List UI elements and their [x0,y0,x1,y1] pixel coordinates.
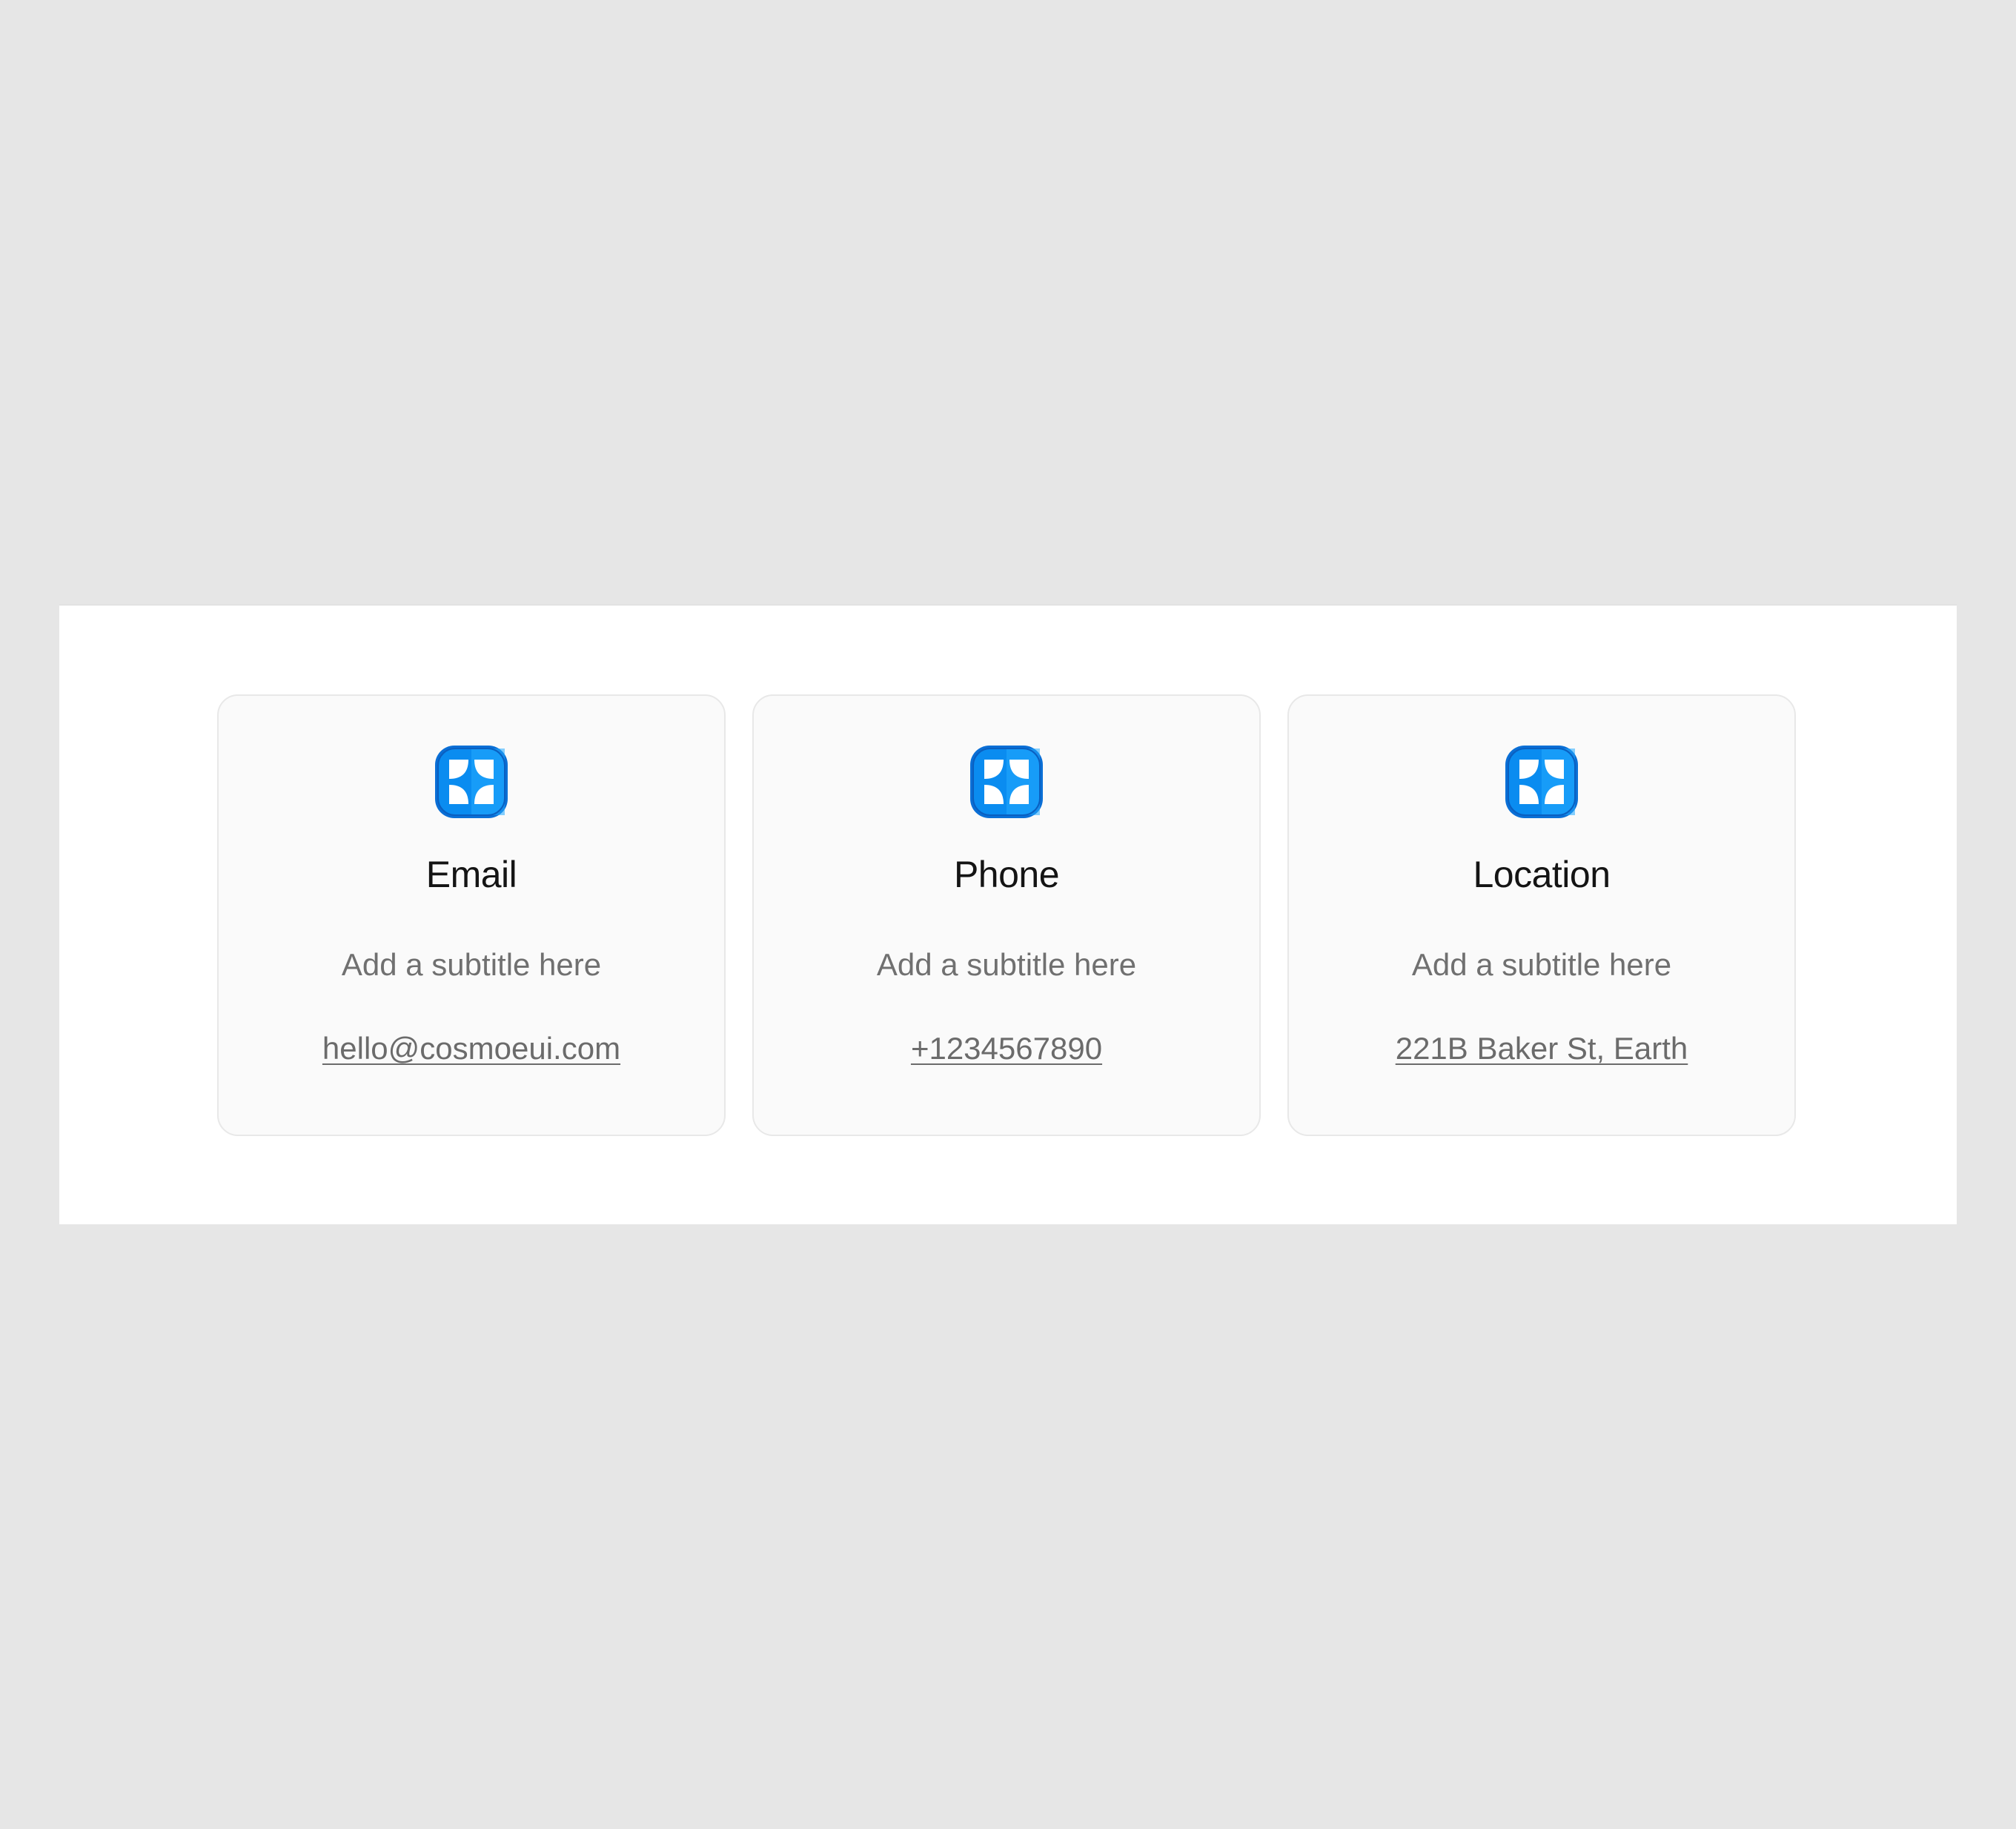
contact-cards: Email Add a subtitle here hello@cosmoeui… [217,694,1796,1136]
card-title: Location [1473,854,1611,895]
card-subtitle: Add a subtitle here [1411,947,1672,982]
contact-section: Email Add a subtitle here hello@cosmoeui… [59,605,1957,1224]
sparkle-badge-icon [968,743,1045,820]
card-title: Email [425,854,517,895]
contact-card-location: Location Add a subtitle here 221B Baker … [1287,694,1796,1136]
contact-card-email: Email Add a subtitle here hello@cosmoeui… [217,694,726,1136]
location-link[interactable]: 221B Baker St, Earth [1396,1033,1688,1064]
sparkle-badge-icon [433,743,510,820]
sparkle-badge-icon [1503,743,1580,820]
phone-link[interactable]: +1234567890 [911,1033,1102,1064]
card-subtitle: Add a subtitle here [876,947,1137,982]
card-subtitle: Add a subtitle here [341,947,602,982]
card-title: Phone [953,854,1060,895]
email-link[interactable]: hello@cosmoeui.com [322,1033,620,1064]
contact-card-phone: Phone Add a subtitle here +1234567890 [752,694,1261,1136]
